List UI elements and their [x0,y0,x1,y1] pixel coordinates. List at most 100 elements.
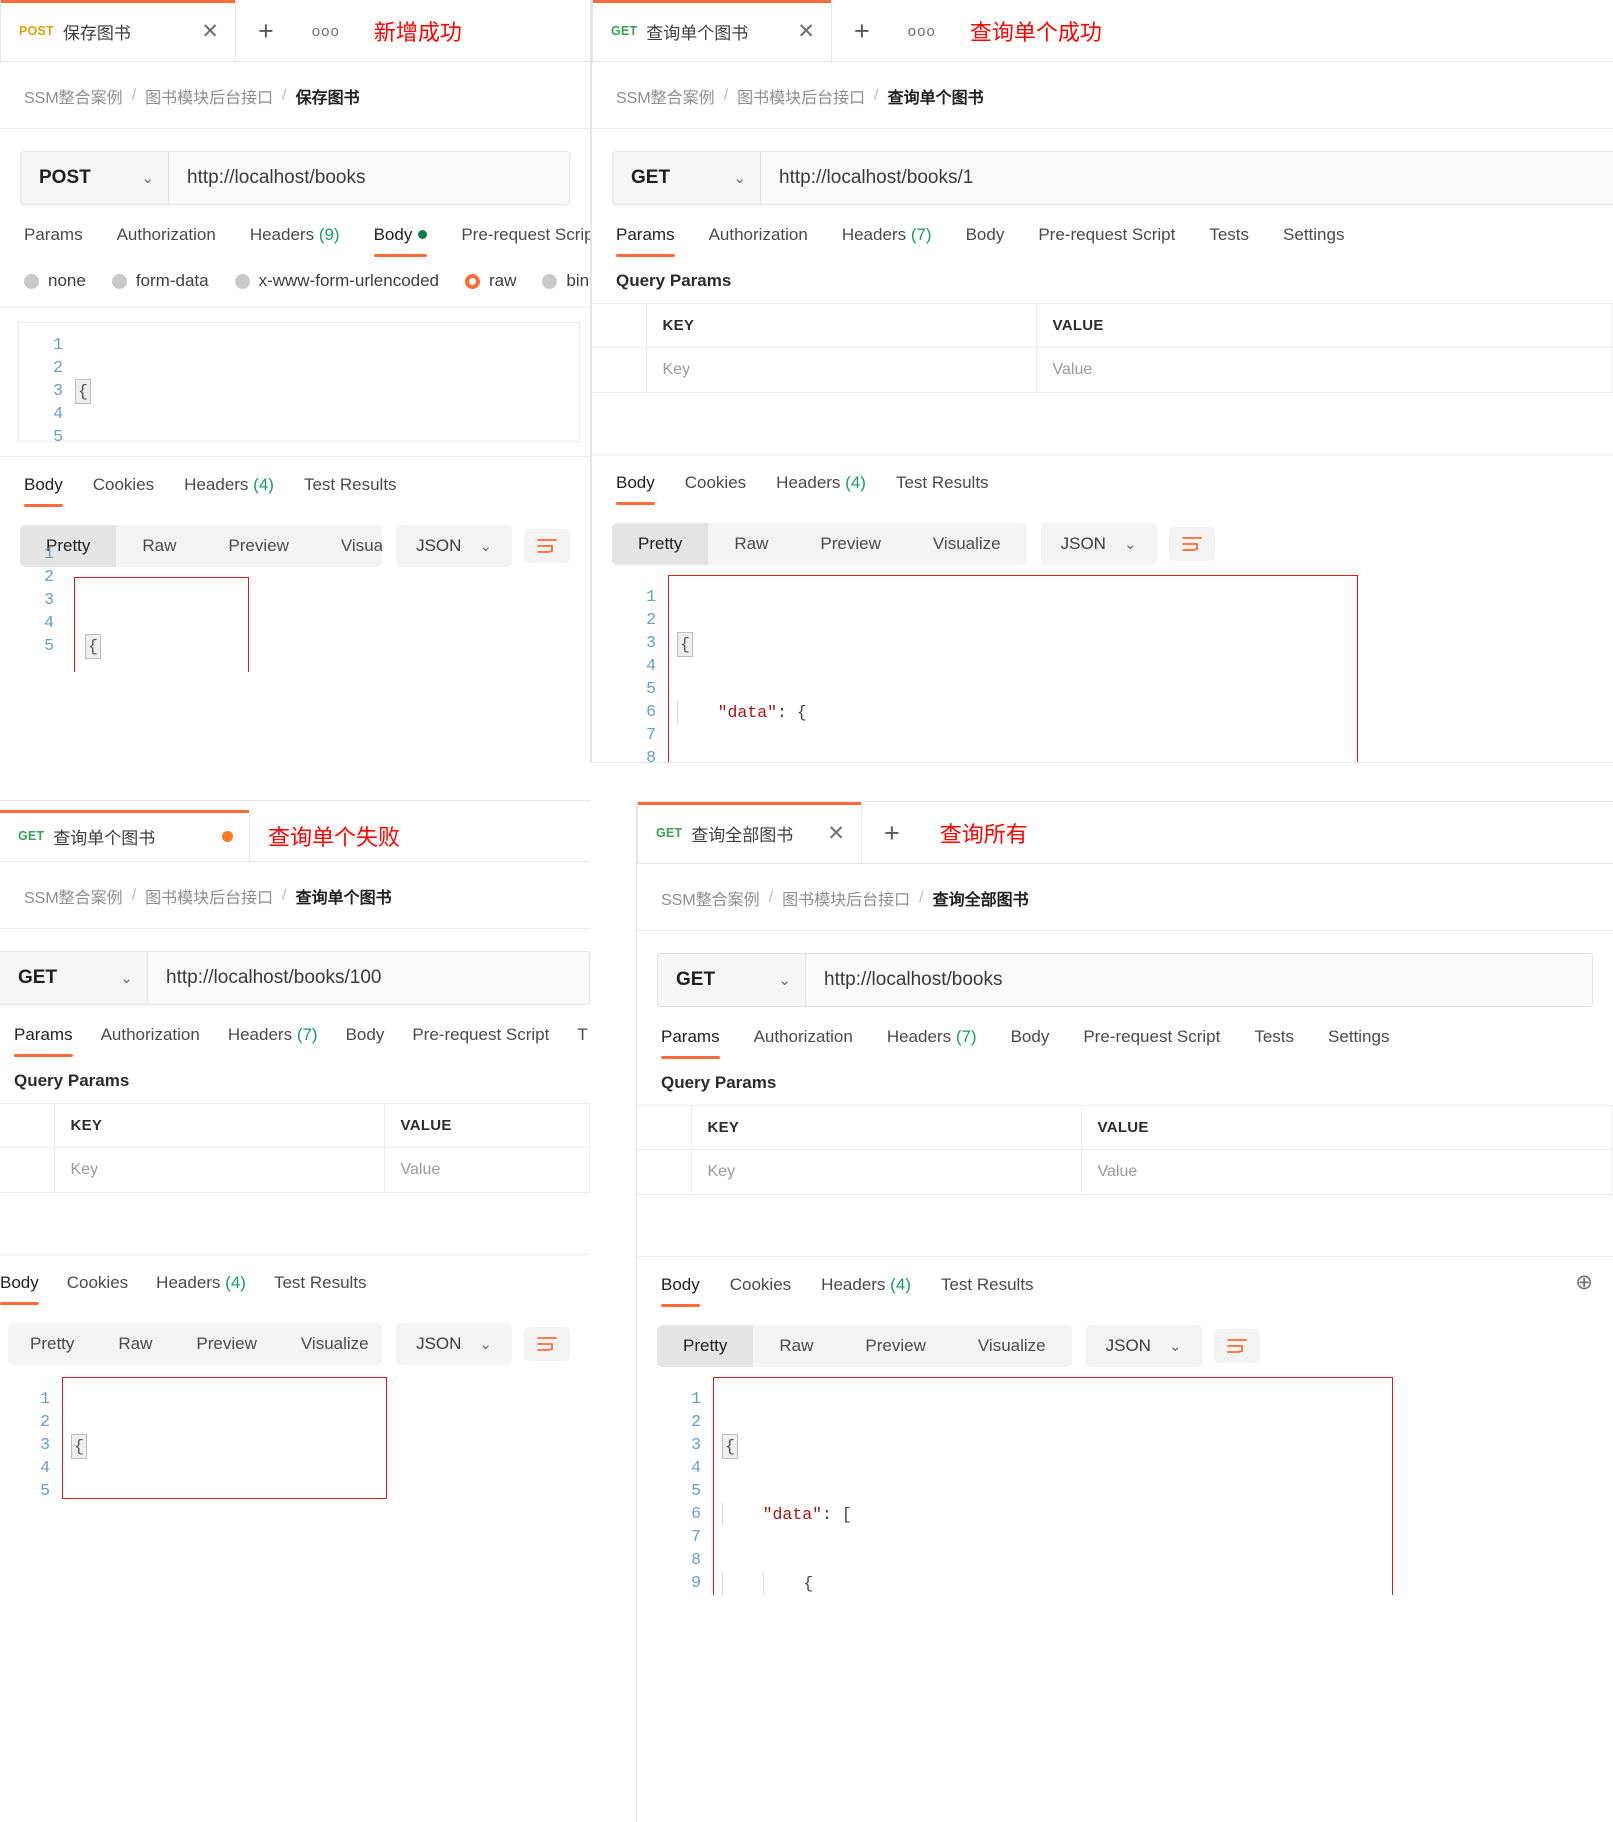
close-icon[interactable]: ✕ [797,21,815,42]
response-tab-test-results[interactable]: Test Results [304,475,397,507]
response-tab-body[interactable]: Body [616,473,655,505]
tab-settings[interactable]: Settings [1283,225,1344,257]
response-tab-headers[interactable]: Headers (4) [776,473,866,505]
fold-marker-icon[interactable]: { [85,634,101,659]
breadcrumb-root[interactable]: SSM整合案例 [661,886,760,910]
response-tab-cookies[interactable]: Cookies [730,1275,791,1307]
view-raw[interactable]: Raw [96,1323,174,1365]
body-type-none[interactable]: none [24,271,86,291]
tab-authorization[interactable]: Authorization [754,1027,853,1059]
response-format-select[interactable]: JSON ⌄ [396,525,512,567]
tab-params[interactable]: Params [24,225,83,257]
view-visualize[interactable]: Visualize [279,1323,382,1365]
tab-tests-truncated[interactable]: T [577,1025,587,1057]
response-tab-test-results[interactable]: Test Results [896,473,989,505]
body-type-urlencoded[interactable]: x-www-form-urlencoded [234,271,439,291]
response-body-editor[interactable]: { "data": true, "code": 20011, "msg": nu… [74,577,249,672]
url-input[interactable]: http://localhost/books [806,954,1592,1006]
response-tab-headers[interactable]: Headers (4) [156,1273,246,1305]
row-checkbox[interactable] [637,1149,692,1195]
view-preview[interactable]: Preview [202,525,314,567]
tab-body[interactable]: Body [373,225,428,257]
response-tab-body[interactable]: Body [661,1275,700,1307]
tab-authorization[interactable]: Authorization [117,225,216,257]
response-format-select[interactable]: JSON ⌄ [1040,523,1157,565]
request-tab-get-one-fail[interactable]: GET 查询单个图书 [0,810,250,862]
request-tab-save-book[interactable]: POST 保存图书 ✕ [0,0,236,62]
row-checkbox[interactable] [0,1147,55,1193]
new-tab-plus-icon[interactable]: + [832,0,892,62]
tab-tests[interactable]: Tests [1254,1027,1294,1059]
request-tab-get-one[interactable]: GET 查询单个图书 ✕ [592,0,832,62]
request-body-editor[interactable]: 1 2 3 4 5 { ····"type":"类别测试数据", ····"na… [18,322,580,446]
fold-marker-icon[interactable]: { [722,1434,738,1459]
table-row[interactable]: Key Value [637,1149,1613,1195]
response-tab-cookies[interactable]: Cookies [67,1273,128,1305]
wrap-lines-button[interactable] [1213,1329,1260,1363]
key-cell[interactable]: Key [691,1149,1082,1195]
response-body-editor[interactable]: { "data": { "id": 1, "type": "计算机理论", "n… [668,575,1358,762]
view-visualize[interactable]: Visualize [907,523,1027,565]
response-tab-cookies[interactable]: Cookies [685,473,746,505]
url-input[interactable]: http://localhost/books [169,152,569,204]
value-cell[interactable]: Value [384,1147,590,1193]
wrap-lines-button[interactable] [524,1327,570,1361]
tab-headers[interactable]: Headers (9) [250,225,340,257]
breadcrumb-group[interactable]: 图书模块后台接口 [737,84,865,108]
view-pretty[interactable]: Pretty [657,1325,754,1367]
response-tab-cookies[interactable]: Cookies [93,475,154,507]
tab-authorization[interactable]: Authorization [101,1025,200,1057]
wrap-lines-button[interactable] [524,529,570,563]
response-format-select[interactable]: JSON ⌄ [1085,1325,1202,1367]
view-preview[interactable]: Preview [794,523,906,565]
tab-params[interactable]: Params [14,1025,73,1057]
response-tab-headers[interactable]: Headers (4) [184,475,274,507]
breadcrumb-group[interactable]: 图书模块后台接口 [145,884,273,908]
tab-headers[interactable]: Headers (7) [228,1025,318,1057]
new-tab-plus-icon[interactable]: + [236,0,296,62]
response-tab-test-results[interactable]: Test Results [274,1273,367,1305]
response-tab-body[interactable]: Body [0,1273,39,1305]
key-cell[interactable]: Key [646,347,1037,393]
url-input[interactable]: http://localhost/books/1 [761,152,1613,204]
key-cell[interactable]: Key [54,1147,385,1193]
body-type-raw[interactable]: raw [465,271,516,291]
tab-pre-request-script[interactable]: Pre-request Script [412,1025,549,1057]
tab-more-icon[interactable]: ooo [296,0,356,62]
tab-params[interactable]: Params [661,1027,720,1059]
view-pretty[interactable]: Pretty [8,1323,96,1365]
fold-marker-icon[interactable]: { [71,1434,87,1459]
tab-body[interactable]: Body [966,225,1005,257]
view-raw[interactable]: Raw [708,523,794,565]
view-raw[interactable]: Raw [753,1325,839,1367]
response-format-select[interactable]: JSON ⌄ [396,1323,512,1365]
breadcrumb-group[interactable]: 图书模块后台接口 [145,84,273,108]
tab-tests[interactable]: Tests [1209,225,1249,257]
body-type-binary[interactable]: binary [542,271,590,291]
response-body-code[interactable]: { "data": null, "code": 20040, "msg": "数… [63,1378,386,1498]
globe-icon[interactable]: ⊕ [1575,1271,1593,1294]
view-raw[interactable]: Raw [116,525,202,567]
request-body-code[interactable]: { ····"type":"类别测试数据", ····"name":"书名测试数… [75,323,579,441]
tab-pre-request-script[interactable]: Pre-request Script [461,225,590,257]
close-icon[interactable]: ✕ [201,21,219,42]
fold-marker-icon[interactable]: { [75,379,91,404]
tab-pre-request-script[interactable]: Pre-request Script [1083,1027,1220,1059]
response-body-code[interactable]: { "data": true, "code": 20011, "msg": nu… [75,578,248,672]
response-body-editor[interactable]: { "data": [ { "id": 1, "type": "计算机理论", … [713,1377,1393,1595]
response-tab-body[interactable]: Body [24,475,63,507]
view-pretty[interactable]: Pretty [612,523,709,565]
table-row[interactable]: Key Value [0,1147,590,1193]
row-checkbox[interactable] [592,347,647,393]
view-preview[interactable]: Preview [839,1325,951,1367]
tab-params[interactable]: Params [616,225,675,257]
new-tab-plus-icon[interactable]: + [862,802,922,864]
http-method-select[interactable]: POST ⌄ [21,152,169,204]
body-type-form-data[interactable]: form-data [111,271,209,291]
value-cell[interactable]: Value [1081,1149,1613,1195]
response-body-editor[interactable]: { "data": null, "code": 20040, "msg": "数… [62,1377,387,1499]
breadcrumb-root[interactable]: SSM整合案例 [24,884,123,908]
view-visualize[interactable]: Visualize [315,525,382,567]
response-tab-headers[interactable]: Headers (4) [821,1275,911,1307]
http-method-select[interactable]: GET ⌄ [613,152,761,204]
